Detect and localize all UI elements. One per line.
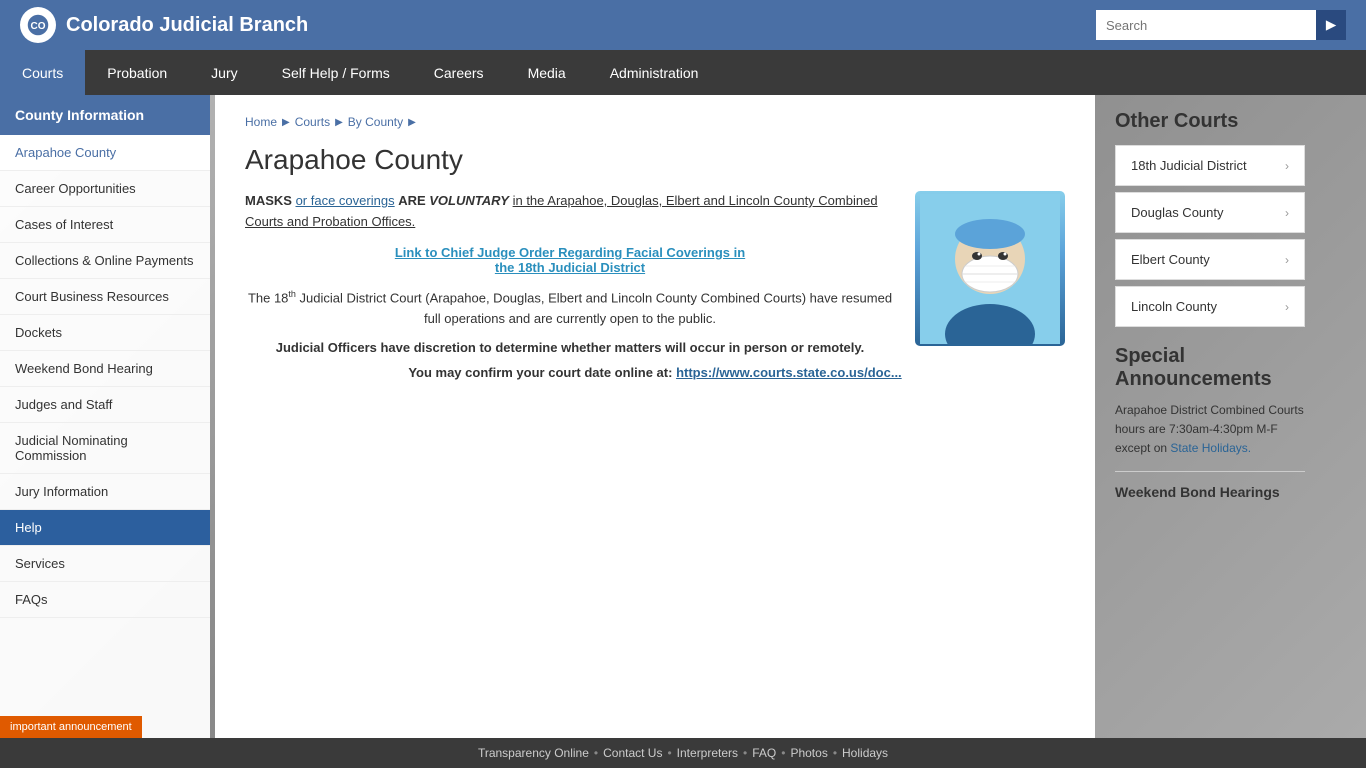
nav-careers[interactable]: Careers (412, 50, 506, 95)
main-content-area: Home ▶ Courts ▶ By County ▶ Arapahoe Cou… (215, 95, 1095, 738)
sidebar-item-services[interactable]: Services (0, 546, 210, 582)
sidebar-item-court-business[interactable]: Court Business Resources (0, 279, 210, 315)
breadcrumb-sep-2: ▶ (335, 117, 343, 128)
nav-selfhelp[interactable]: Self Help / Forms (260, 50, 412, 95)
footer-sep-2: • (667, 746, 671, 760)
special-announcements-title: Special Announcements (1115, 345, 1305, 391)
weekend-bond-hearings-title: Weekend Bond Hearings (1115, 484, 1305, 500)
footer-contact-link[interactable]: Contact Us (603, 746, 662, 760)
sidebar-item-weekend-bond[interactable]: Weekend Bond Hearing (0, 351, 210, 387)
mask-illustration (915, 191, 1065, 346)
nav-administration[interactable]: Administration (588, 50, 721, 95)
page-layout: County Information Arapahoe County Caree… (0, 95, 1366, 738)
site-logo[interactable]: CO Colorado Judicial Branch (20, 7, 308, 43)
site-header: CO Colorado Judicial Branch ▶ (0, 0, 1366, 50)
nav-courts[interactable]: Courts (0, 50, 85, 95)
nav-jury[interactable]: Jury (189, 50, 259, 95)
state-holidays-link[interactable]: State Holidays. (1170, 441, 1251, 455)
footer-photos-link[interactable]: Photos (790, 746, 827, 760)
court-item-label: Douglas County (1131, 205, 1224, 220)
footer-sep-4: • (781, 746, 785, 760)
sidebar-item-judicial-nominating[interactable]: Judicial Nominating Commission (0, 423, 210, 474)
site-title: Colorado Judicial Branch (66, 14, 308, 37)
footer-bar: Transparency Online • Contact Us • Inter… (0, 738, 1366, 768)
svg-text:CO: CO (31, 21, 46, 32)
court-item-label: 18th Judicial District (1131, 158, 1247, 173)
sidebar-item-collections-payments[interactable]: Collections & Online Payments (0, 243, 210, 279)
sidebar-item-dockets[interactable]: Dockets (0, 315, 210, 351)
court-item-douglas-county[interactable]: Douglas County › (1115, 192, 1305, 233)
face-coverings-link[interactable]: or face coverings (296, 193, 395, 208)
court-item-18th-judicial[interactable]: 18th Judicial District › (1115, 145, 1305, 186)
chevron-right-icon: › (1285, 300, 1289, 314)
main-nav: Courts Probation Jury Self Help / Forms … (0, 50, 1366, 95)
breadcrumb: Home ▶ Courts ▶ By County ▶ (245, 115, 1065, 129)
search-bar: ▶ (1096, 10, 1346, 40)
chevron-right-icon: › (1285, 206, 1289, 220)
are-label: ARE (398, 193, 429, 208)
important-announcement-bar[interactable]: important announcement (0, 716, 142, 738)
sidebar-item-career-opportunities[interactable]: Career Opportunities (0, 171, 210, 207)
court-item-lincoln-county[interactable]: Lincoln County › (1115, 286, 1305, 327)
sidebar-item-jury-info[interactable]: Jury Information (0, 474, 210, 510)
colorado-seal-icon: CO (26, 13, 50, 37)
court-item-elbert-county[interactable]: Elbert County › (1115, 239, 1305, 280)
breadcrumb-courts[interactable]: Courts (295, 115, 330, 129)
chevron-right-icon: › (1285, 253, 1289, 267)
announcement-divider (1115, 471, 1305, 472)
breadcrumb-sep-3: ▶ (408, 117, 416, 128)
voluntary-label: VOLUNTARY (429, 193, 509, 208)
other-courts-title: Other Courts (1115, 110, 1305, 133)
right-sidebar: Other Courts 18th Judicial District › Do… (1100, 95, 1320, 738)
search-input[interactable] (1096, 10, 1316, 40)
court-date-link[interactable]: https://www.courts.state.co.us/doc... (676, 365, 902, 380)
announcement-text: Arapahoe District Combined Courts hours … (1115, 401, 1305, 459)
left-sidebar: County Information Arapahoe County Caree… (0, 95, 210, 738)
sidebar-item-help[interactable]: Help (0, 510, 210, 546)
court-item-label: Lincoln County (1131, 299, 1217, 314)
footer-sep-1: • (594, 746, 598, 760)
sidebar-item-faqs[interactable]: FAQs (0, 582, 210, 618)
court-item-label: Elbert County (1131, 252, 1210, 267)
confirm-date-paragraph: You may confirm your court date online a… (245, 365, 1065, 380)
sidebar-header: County Information (0, 95, 210, 135)
breadcrumb-by-county[interactable]: By County (348, 115, 403, 129)
person-mask-svg (920, 194, 1060, 344)
footer-sep-3: • (743, 746, 747, 760)
nav-media[interactable]: Media (506, 50, 588, 95)
search-button[interactable]: ▶ (1316, 10, 1346, 40)
footer-faq-link[interactable]: FAQ (752, 746, 776, 760)
footer-holidays-link[interactable]: Holidays (842, 746, 888, 760)
sidebar-item-judges-staff[interactable]: Judges and Staff (0, 387, 210, 423)
breadcrumb-home[interactable]: Home (245, 115, 277, 129)
masks-label: MASKS (245, 193, 292, 208)
nav-probation[interactable]: Probation (85, 50, 189, 95)
sidebar-item-cases-of-interest[interactable]: Cases of Interest (0, 207, 210, 243)
sidebar-item-arapahoe-county[interactable]: Arapahoe County (0, 135, 210, 171)
chevron-right-icon: › (1285, 159, 1289, 173)
logo-icon: CO (20, 7, 56, 43)
footer-transparency-link[interactable]: Transparency Online (478, 746, 589, 760)
footer-sep-5: • (833, 746, 837, 760)
page-title: Arapahoe County (245, 144, 1065, 176)
footer-interpreters-link[interactable]: Interpreters (677, 746, 738, 760)
breadcrumb-sep-1: ▶ (282, 117, 290, 128)
